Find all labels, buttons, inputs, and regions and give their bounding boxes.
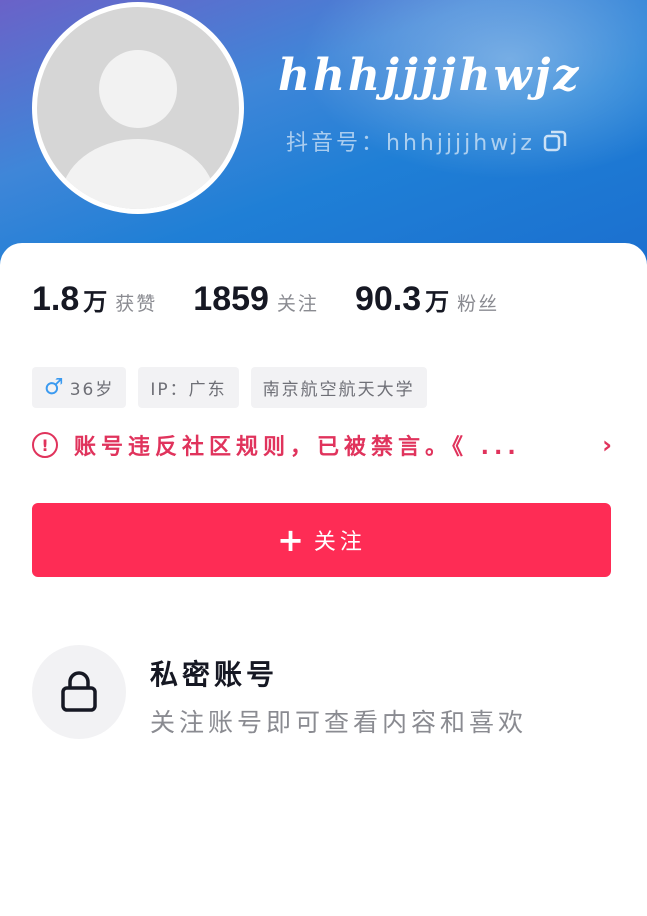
copy-icon[interactable] xyxy=(543,129,567,153)
stat-likes-unit: 万 xyxy=(83,288,108,316)
avatar[interactable] xyxy=(32,2,244,214)
stat-following-label: 关注 xyxy=(276,293,319,315)
plus-icon: + xyxy=(277,521,304,559)
chevron-right-icon: › xyxy=(602,431,612,459)
stats-row: 1.8 万 获赞 1859 关注 90.3 万 粉丝 xyxy=(32,280,535,319)
follow-button-label: 关注 xyxy=(313,530,366,555)
stat-likes-label: 获赞 xyxy=(115,293,158,315)
username: hhhjjjjhwjz xyxy=(278,50,582,101)
ban-notice-text: 账号违反社区规则，已被禁言。《 ... xyxy=(74,435,521,460)
profile-tags: ♂ 36岁 IP：广东 南京航空航天大学 xyxy=(32,367,439,408)
avatar-placeholder-head xyxy=(99,50,177,128)
stat-following[interactable]: 1859 关注 xyxy=(193,280,319,319)
stat-followers[interactable]: 90.3 万 粉丝 xyxy=(355,280,499,319)
stat-followers-label: 粉丝 xyxy=(457,293,500,315)
avatar-placeholder-body xyxy=(61,139,215,209)
tag-gender-age: ♂ 36岁 xyxy=(32,367,127,408)
lock-icon-container xyxy=(32,645,126,739)
stat-likes-value: 1.8 xyxy=(32,280,80,318)
tag-ip-text: IP：广东 xyxy=(150,380,227,400)
tag-ip: IP：广东 xyxy=(138,367,239,408)
stat-followers-unit: 万 xyxy=(425,288,450,316)
tag-age-text: 36岁 xyxy=(69,380,115,400)
private-account-description: 关注账号即可查看内容和喜欢 xyxy=(150,708,528,737)
stat-following-value: 1859 xyxy=(193,280,269,318)
private-account-title: 私密账号 xyxy=(150,658,279,691)
tag-school-text: 南京航空航天大学 xyxy=(262,380,415,400)
male-icon: ♂ xyxy=(44,375,64,400)
tag-school[interactable]: 南京航空航天大学 xyxy=(250,367,427,408)
account-id: 抖音号：hhhjjjjhwjz xyxy=(286,131,535,156)
ban-notice[interactable]: ! 账号违反社区规则，已被禁言。《 ... › xyxy=(32,425,614,465)
account-id-row: 抖音号：hhhjjjjhwjz xyxy=(286,125,567,157)
warning-icon: ! xyxy=(32,432,58,458)
profile-header: hhhjjjjhwjz 抖音号：hhhjjjjhwjz xyxy=(0,0,647,270)
profile-card xyxy=(0,243,647,916)
stat-likes[interactable]: 1.8 万 获赞 xyxy=(32,280,157,319)
stat-followers-value: 90.3 xyxy=(354,280,422,318)
private-account-notice: 私密账号 关注账号即可查看内容和喜欢 xyxy=(32,645,632,745)
follow-button[interactable]: + 关注 xyxy=(32,503,611,577)
lock-icon xyxy=(61,671,97,712)
